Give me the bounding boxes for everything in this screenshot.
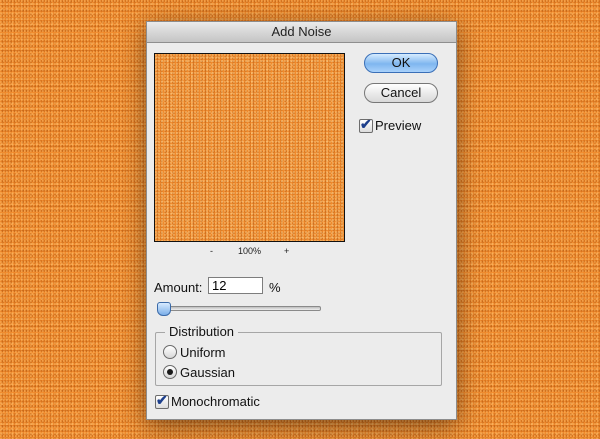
monochromatic-label: Monochromatic (171, 394, 260, 409)
monochromatic-checkbox[interactable]: ✔ (155, 392, 169, 409)
zoom-out-button[interactable]: - (210, 246, 213, 256)
gaussian-label: Gaussian (180, 365, 235, 380)
amount-slider-thumb[interactable] (157, 302, 171, 316)
ok-button[interactable]: OK (364, 53, 438, 73)
add-noise-dialog: Add Noise - 100% + OK Cancel ✔ Preview A… (146, 21, 457, 420)
cancel-button[interactable]: Cancel (364, 83, 438, 103)
dialog-title: Add Noise (147, 22, 456, 43)
zoom-controls: - 100% + (154, 246, 345, 260)
radio-dot-icon (167, 369, 173, 375)
uniform-label: Uniform (180, 345, 226, 360)
preview-checkbox[interactable]: ✔ (359, 116, 373, 133)
amount-input[interactable] (208, 277, 263, 294)
zoom-level: 100% (238, 246, 262, 256)
amount-unit: % (269, 280, 281, 295)
amount-label: Amount: (154, 280, 203, 295)
checkmark-icon: ✔ (156, 392, 168, 408)
amount-slider-track[interactable] (162, 306, 321, 311)
uniform-radio[interactable] (163, 345, 177, 359)
zoom-in-button[interactable]: + (284, 246, 289, 256)
preview-label: Preview (375, 118, 422, 133)
checkmark-icon: ✔ (360, 116, 372, 132)
noise-preview-image[interactable] (154, 53, 345, 242)
distribution-legend: Distribution (165, 324, 239, 339)
gaussian-radio[interactable] (163, 365, 177, 379)
